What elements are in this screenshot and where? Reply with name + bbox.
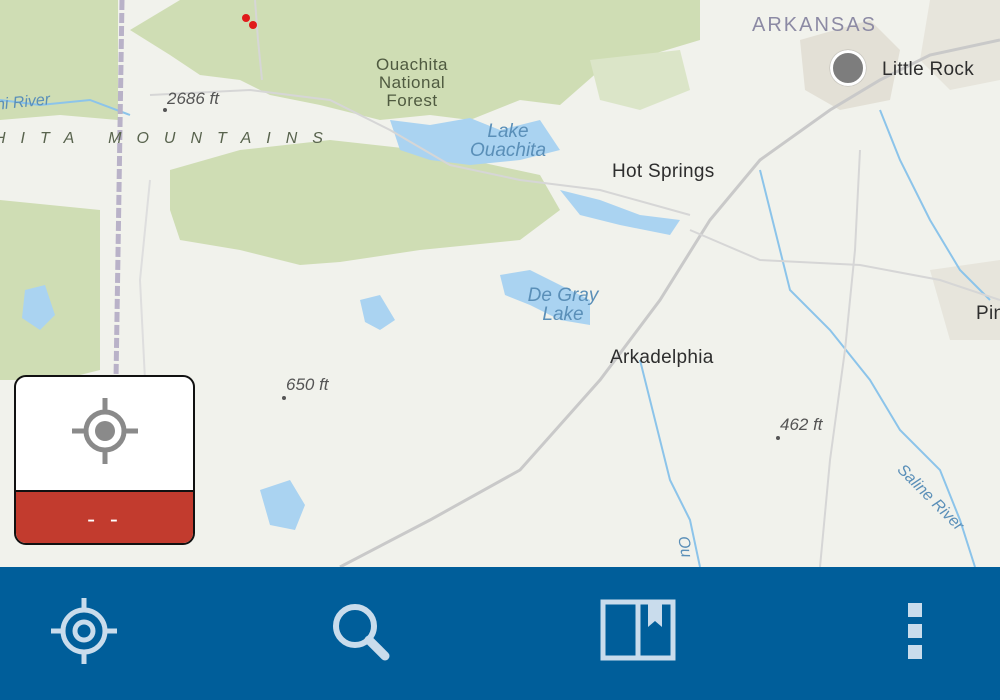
city-label-hot-springs: Hot Springs	[612, 161, 715, 182]
location-card-icon-area	[16, 377, 193, 492]
location-value: - -	[16, 492, 193, 543]
bottom-toolbar	[0, 567, 1000, 700]
state-label: ARKANSAS	[752, 14, 877, 36]
elevation-dot	[776, 436, 780, 440]
river-label-ouachita: Ou	[674, 534, 695, 559]
elevation-label: 650 ft	[286, 375, 329, 394]
location-status-card[interactable]: - -	[14, 375, 195, 545]
locate-button[interactable]	[34, 567, 134, 700]
elevation-dot	[163, 108, 167, 112]
more-menu-button[interactable]	[880, 567, 950, 700]
lake-label-de-gray: De Gray Lake	[527, 285, 599, 325]
city-label-arkadelphia: Arkadelphia	[610, 347, 714, 368]
elevation-label: 462 ft	[780, 415, 823, 434]
search-button[interactable]	[310, 567, 410, 700]
bookmarks-icon	[600, 599, 676, 668]
forest-label: Ouachita National Forest	[375, 55, 449, 110]
elevation-label: 2686 ft	[167, 89, 219, 108]
elevation-dot	[282, 396, 286, 400]
locate-icon	[49, 596, 119, 671]
lake-label-ouachita: Lake Ouachita	[469, 121, 547, 161]
bookmarks-button[interactable]	[588, 567, 688, 700]
city-label-little-rock: Little Rock	[882, 59, 975, 80]
more-icon	[905, 601, 925, 666]
city-marker[interactable]	[830, 50, 866, 86]
search-icon	[325, 596, 395, 671]
city-label-pine-bluff: Pin	[976, 303, 1000, 324]
crosshair-icon	[70, 396, 140, 471]
mountain-range-label: HITA MOUNTAINS	[0, 130, 338, 147]
